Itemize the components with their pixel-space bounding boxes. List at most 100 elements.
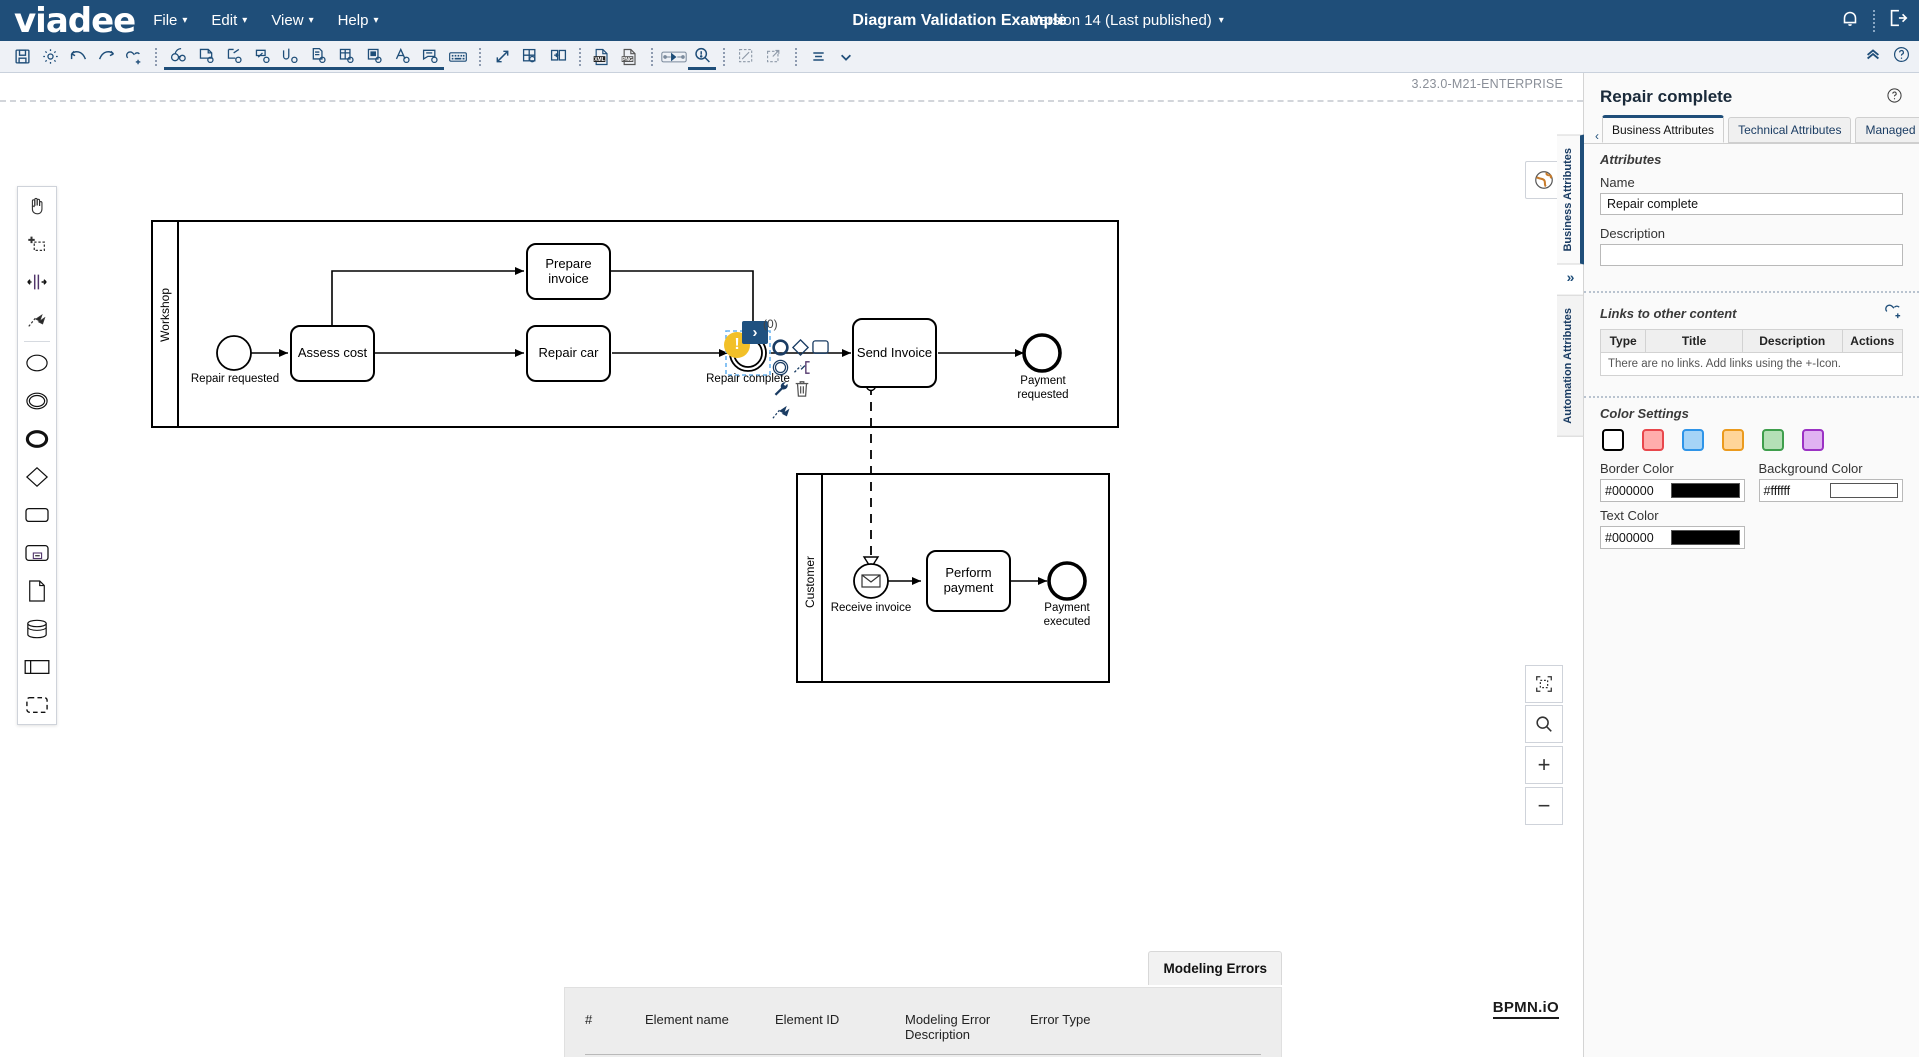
header-divider	[1873, 9, 1875, 32]
version-selector[interactable]: Version 14 (Last published) ▾	[1030, 12, 1224, 29]
split-view-icon[interactable]	[544, 44, 572, 70]
swatch-white[interactable]	[1602, 429, 1624, 451]
add-link-icon[interactable]	[120, 44, 148, 70]
pool-label-workshop: Workshop	[158, 288, 172, 342]
label-receive-invoice: Receive invoice	[830, 602, 912, 614]
logout-icon[interactable]	[1887, 7, 1909, 34]
swatch-red[interactable]	[1642, 429, 1664, 451]
table-check-icon[interactable]	[332, 44, 360, 70]
document-check-icon[interactable]	[304, 44, 332, 70]
token-simulation-icon[interactable]	[660, 44, 688, 70]
question-mark-icon[interactable]	[1886, 87, 1903, 109]
menu-help[interactable]: Help ▾	[336, 8, 381, 33]
background-color-chip[interactable]	[1829, 483, 1898, 498]
chevron-down-icon: ▾	[373, 15, 379, 26]
diagram-canvas[interactable]: 3.23.0-M21-ENTERPRISE Workshop Customer …	[0, 73, 1583, 1057]
description-field[interactable]	[1600, 244, 1903, 266]
double-chevron-up-icon[interactable]	[1864, 45, 1882, 68]
color-inputs-row: Border Color #000000 Background Color #f…	[1600, 461, 1903, 502]
keyboard-icon[interactable]	[444, 44, 472, 70]
col-element-id: Element ID	[775, 1004, 905, 1055]
task-repair-car[interactable]: Repair car	[526, 325, 611, 382]
validate-rules-icon[interactable]	[192, 44, 220, 70]
menu-file-label: File	[153, 12, 178, 29]
task-send-invoice[interactable]: Send Invoice	[852, 318, 937, 388]
label-payment-requested: Payment requested	[1017, 375, 1069, 401]
undo-icon[interactable]	[64, 44, 92, 70]
text-color-chip[interactable]	[1671, 530, 1740, 545]
bpmn-io-watermark[interactable]: BPMN.iO	[1492, 999, 1559, 1019]
save-icon[interactable]	[8, 44, 36, 70]
swatch-green[interactable]	[1762, 429, 1784, 451]
attach-check-icon[interactable]	[276, 44, 304, 70]
task-assess-cost[interactable]: Assess cost	[290, 325, 375, 382]
add-link-icon[interactable]	[1884, 301, 1903, 325]
text-check-icon[interactable]	[388, 44, 416, 70]
modeling-errors-tab[interactable]: Modeling Errors	[1148, 951, 1282, 985]
zoom-in-icon[interactable]: +	[1525, 746, 1563, 784]
chevron-down-icon: ▾	[308, 15, 314, 26]
background-color-input[interactable]: #ffffff	[1758, 479, 1903, 502]
text-color-row: Text Color #000000	[1600, 508, 1903, 549]
fit-viewport-icon[interactable]	[1525, 665, 1563, 703]
export-png-icon[interactable]: PNG	[616, 44, 644, 70]
col-description: Modeling Error Description	[905, 1004, 1030, 1055]
toolbar-divider	[723, 47, 725, 66]
search-icon[interactable]	[1525, 705, 1563, 743]
task-perform-payment[interactable]: Perform payment	[926, 550, 1011, 612]
col-error-type: Error Type	[1030, 1004, 1261, 1055]
text-color-input[interactable]: #000000	[1600, 526, 1745, 549]
menu-view[interactable]: View ▾	[269, 8, 315, 33]
append-badge-label: ›	[752, 324, 758, 341]
editor-toolbar: XML PNG	[0, 41, 1919, 73]
redo-icon[interactable]	[92, 44, 120, 70]
label-payment-executed: Payment executed	[1043, 602, 1091, 628]
name-field[interactable]	[1600, 193, 1903, 215]
toolbar-divider	[479, 47, 481, 66]
swatch-purple[interactable]	[1802, 429, 1824, 451]
menu-file[interactable]: File ▾	[151, 8, 189, 33]
comment-check-icon[interactable]	[416, 44, 444, 70]
tab-scroll-left-icon[interactable]: ‹	[1592, 129, 1602, 143]
layout-preview-icon[interactable]	[516, 44, 544, 70]
swatch-blue[interactable]	[1682, 429, 1704, 451]
search-zoom-icon[interactable]	[688, 44, 716, 70]
zoom-out-icon[interactable]: −	[1525, 787, 1563, 825]
toolbar-divider	[651, 47, 653, 66]
properties-panel: Business Attributes » Automation Attribu…	[1557, 73, 1919, 1057]
align-menu-icon[interactable]	[804, 44, 832, 70]
fullscreen-icon[interactable]	[488, 44, 516, 70]
delete-trash-icon[interactable]	[793, 379, 811, 403]
zoom-out-label: −	[1537, 793, 1551, 818]
form-check-icon[interactable]	[360, 44, 388, 70]
notification-bell-icon[interactable]	[1839, 7, 1861, 34]
bpmn-diagram[interactable]	[0, 73, 1583, 953]
vertical-tab-automation-attributes[interactable]: Automation Attributes	[1557, 294, 1584, 437]
align-menu-chevron-icon[interactable]	[832, 44, 860, 70]
task-prepare-invoice[interactable]: Prepare invoice	[526, 243, 611, 300]
export-xml-icon[interactable]: XML	[588, 44, 616, 70]
border-color-input[interactable]: #000000	[1600, 479, 1745, 502]
connect-arrow-icon[interactable]	[771, 401, 793, 426]
vertical-tab-expand-icon[interactable]: »	[1557, 265, 1584, 289]
menu-view-label: View	[271, 12, 304, 29]
tab-technical-attributes[interactable]: Technical Attributes	[1728, 117, 1852, 143]
validate-glasses-icon[interactable]	[164, 44, 192, 70]
tab-business-attributes[interactable]: Business Attributes	[1602, 115, 1725, 143]
align-elements-icon[interactable]	[732, 44, 760, 70]
chevron-down-icon: ▾	[182, 15, 188, 26]
distribute-elements-icon[interactable]	[760, 44, 788, 70]
import-check-icon[interactable]	[248, 44, 276, 70]
menu-edit[interactable]: Edit ▾	[209, 8, 249, 33]
header-actions	[1839, 7, 1909, 34]
border-color-chip[interactable]	[1671, 483, 1740, 498]
settings-gear-icon[interactable]	[36, 44, 64, 70]
question-mark-icon[interactable]	[1892, 45, 1911, 69]
application-header: viadee File ▾ Edit ▾ View ▾ Help ▾ Diagr…	[0, 0, 1919, 41]
export-check-icon[interactable]	[220, 44, 248, 70]
links-col-description: Description	[1741, 329, 1843, 353]
swatch-orange[interactable]	[1722, 429, 1744, 451]
attributes-section: Attributes Name Description	[1584, 144, 1919, 281]
vertical-tab-business-attributes[interactable]: Business Attributes	[1557, 135, 1584, 265]
tab-managed-data[interactable]: Managed Da	[1855, 117, 1919, 143]
